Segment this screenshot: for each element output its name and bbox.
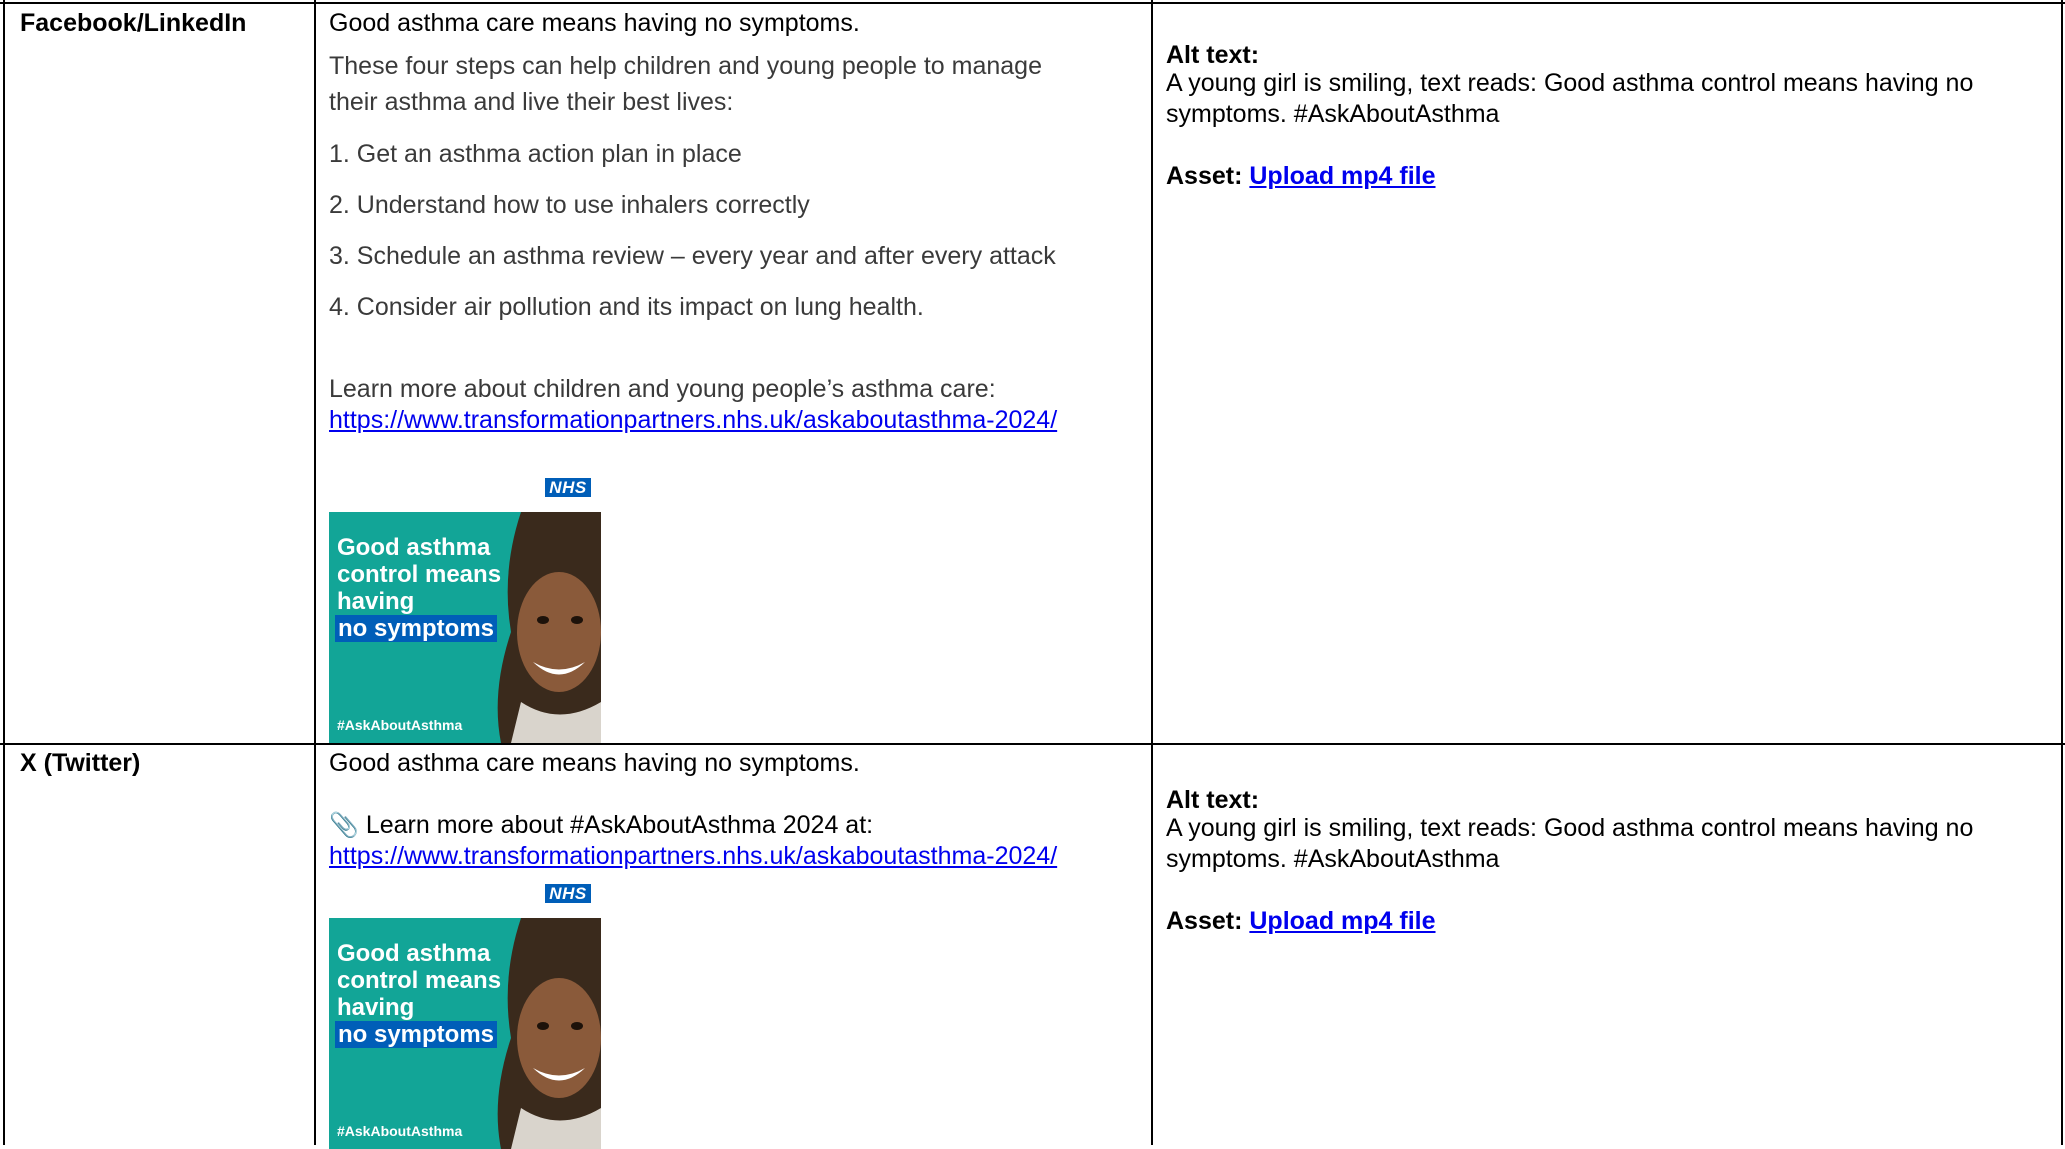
step-item: 3. Schedule an asthma review – every yea…	[329, 242, 1056, 270]
poster-text-line: having	[337, 588, 415, 615]
column-divider-1	[314, 0, 316, 1145]
alt-text-label: Alt text:	[1166, 41, 1260, 69]
table-border-right	[2061, 0, 2063, 1145]
alt-text-line: A young girl is smiling, text reads: Goo…	[1166, 69, 1974, 97]
paperclip-icon: 📎	[329, 812, 359, 839]
poster-highlight: no symptoms	[335, 615, 498, 642]
learn-more-row: 📎 Learn more about #AskAboutAsthma 2024 …	[329, 810, 873, 841]
post-intro-line: their asthma and live their best lives:	[329, 88, 734, 116]
poster-text-line: control means	[337, 967, 502, 994]
poster-text-line: Good asthma	[337, 940, 491, 967]
column-divider-2	[1151, 0, 1153, 1145]
campaign-link[interactable]: https://www.transformationpartners.nhs.u…	[329, 841, 1057, 872]
upload-mp4-link[interactable]: Upload mp4 file	[1249, 907, 1435, 935]
step-item: 2. Understand how to use inhalers correc…	[329, 191, 810, 219]
poster-hashtag: #AskAboutAsthma	[337, 1123, 463, 1139]
asset-label: Asset:	[1166, 162, 1243, 190]
alt-text-line: symptoms. #AskAboutAsthma	[1166, 100, 1500, 128]
girl-portrait-icon	[481, 512, 601, 743]
content-table: Facebook/LinkedIn Good asthma care means…	[0, 0, 2065, 1149]
post-headline: Good asthma care means having no symptom…	[329, 9, 860, 37]
row-divider	[0, 743, 2065, 745]
alt-text-line: A young girl is smiling, text reads: Goo…	[1166, 814, 1974, 842]
platform-label: Facebook/LinkedIn	[20, 9, 247, 37]
poster-text-line: having	[337, 994, 415, 1021]
upload-mp4-link[interactable]: Upload mp4 file	[1249, 162, 1435, 190]
platform-label: X (Twitter)	[20, 749, 141, 777]
poster-text-line: Good asthma	[337, 534, 491, 561]
nhs-logo: NHS	[545, 884, 591, 903]
campaign-link[interactable]: https://www.transformationpartners.nhs.u…	[329, 405, 1057, 436]
post-intro-line: These four steps can help children and y…	[329, 52, 1042, 80]
poster-highlight: no symptoms	[335, 1021, 498, 1048]
alt-text-line: symptoms. #AskAboutAsthma	[1166, 845, 1500, 873]
asset-row: Asset: Upload mp4 file	[1166, 906, 1436, 937]
learn-more-text: Learn more about #AskAboutAsthma 2024 at…	[365, 811, 874, 839]
alt-text-label: Alt text:	[1166, 786, 1260, 814]
step-item: 4. Consider air pollution and its impact…	[329, 293, 924, 321]
asset-row: Asset: Upload mp4 file	[1166, 161, 1436, 192]
poster-hashtag: #AskAboutAsthma	[337, 717, 463, 733]
nhs-logo: NHS	[545, 478, 591, 497]
campaign-image: Good asthma control means having no symp…	[329, 512, 601, 743]
learn-more-text: Learn more about children and young peop…	[329, 375, 996, 403]
table-border-top	[0, 2, 2065, 4]
girl-portrait-icon	[481, 918, 601, 1149]
table-border-left	[3, 0, 5, 1145]
asset-label: Asset:	[1166, 907, 1243, 935]
step-item: 1. Get an asthma action plan in place	[329, 140, 742, 168]
poster-text-line: control means	[337, 561, 502, 588]
post-headline: Good asthma care means having no symptom…	[329, 749, 860, 777]
campaign-image: Good asthma control means having no symp…	[329, 918, 601, 1149]
